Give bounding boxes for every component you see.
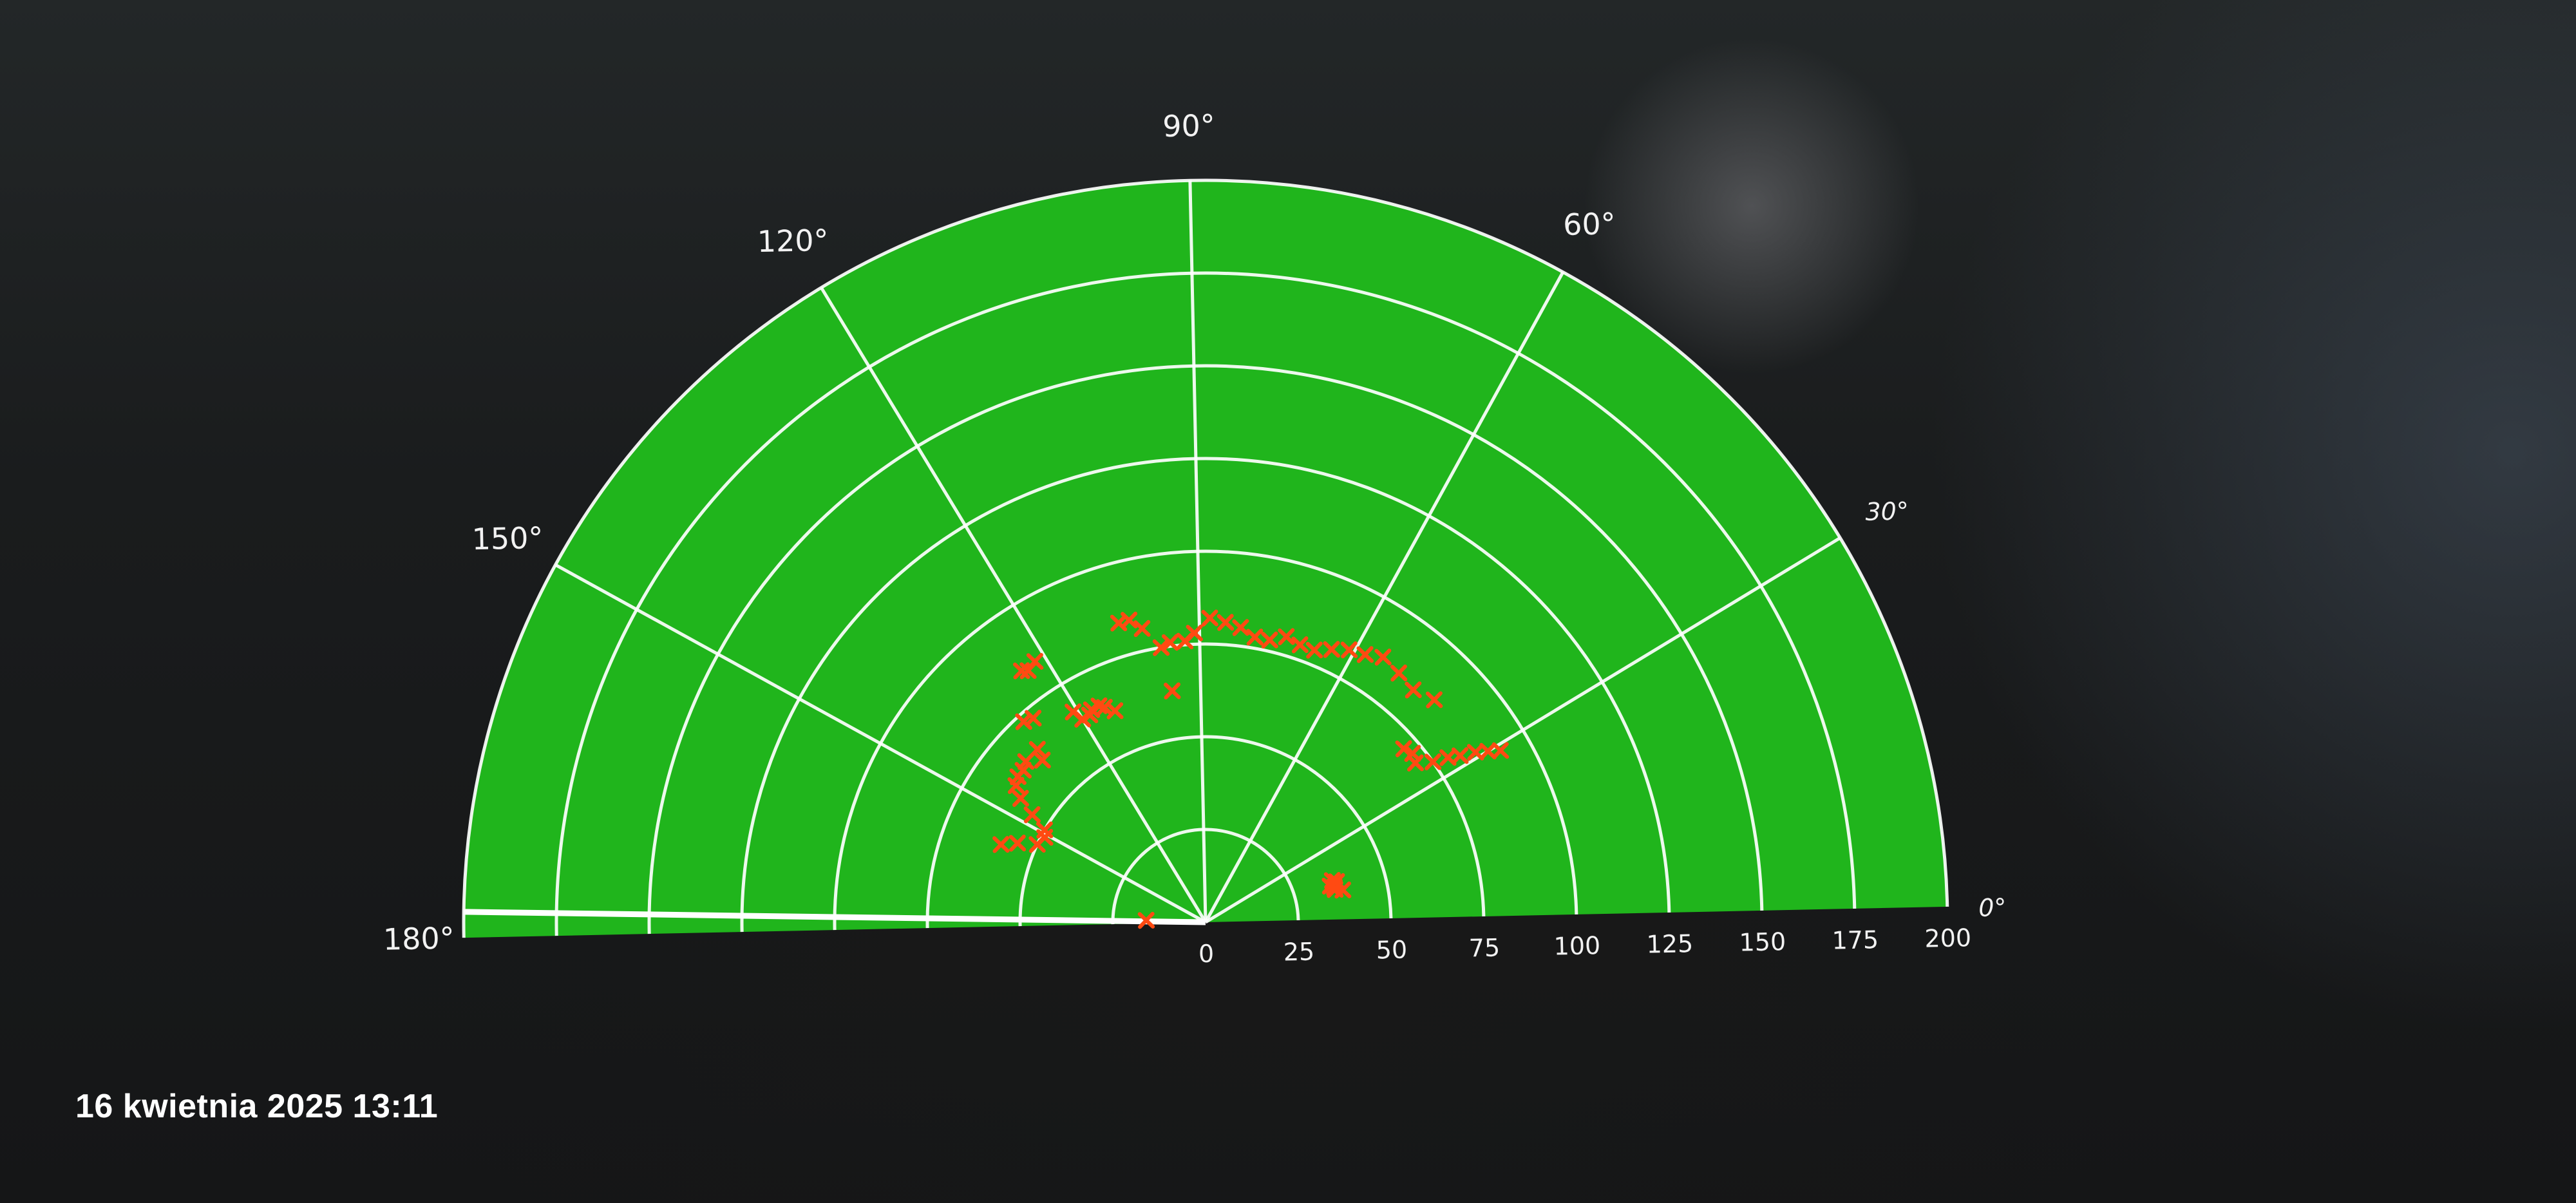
range-tick-label: 50 [1376, 935, 1407, 964]
range-tick-label: 75 [1468, 933, 1500, 962]
angle-tick-label: 90° [1162, 108, 1216, 144]
angle-tick-label: 60° [1563, 206, 1616, 242]
angle-tick-label: 0° [1978, 893, 2007, 922]
angle-tick-label: 120° [757, 223, 829, 259]
range-tick-label: 150 [1739, 927, 1786, 957]
range-tick-labels: 0 25 50 75 100 125 150 175 200 [1198, 924, 1971, 968]
radar-plot: 0° 30° 60° 90° 120° 150° 180° 0 25 50 75 100 125 150… [383, 108, 2007, 968]
range-tick-label: 100 [1553, 931, 1600, 961]
angle-tick-label: 180° [383, 920, 455, 956]
angle-tick-label: 150° [471, 520, 544, 556]
photo-timestamp: 16 kwietnia 2025 13:11 [75, 1088, 439, 1125]
range-tick-label: 25 [1283, 937, 1314, 966]
range-tick-label: 125 [1646, 929, 1693, 959]
angle-tick-label: 30° [1865, 497, 1909, 526]
range-tick-label: 175 [1832, 925, 1879, 955]
range-tick-label: 0 [1198, 940, 1214, 968]
range-tick-label: 200 [1924, 924, 1971, 953]
